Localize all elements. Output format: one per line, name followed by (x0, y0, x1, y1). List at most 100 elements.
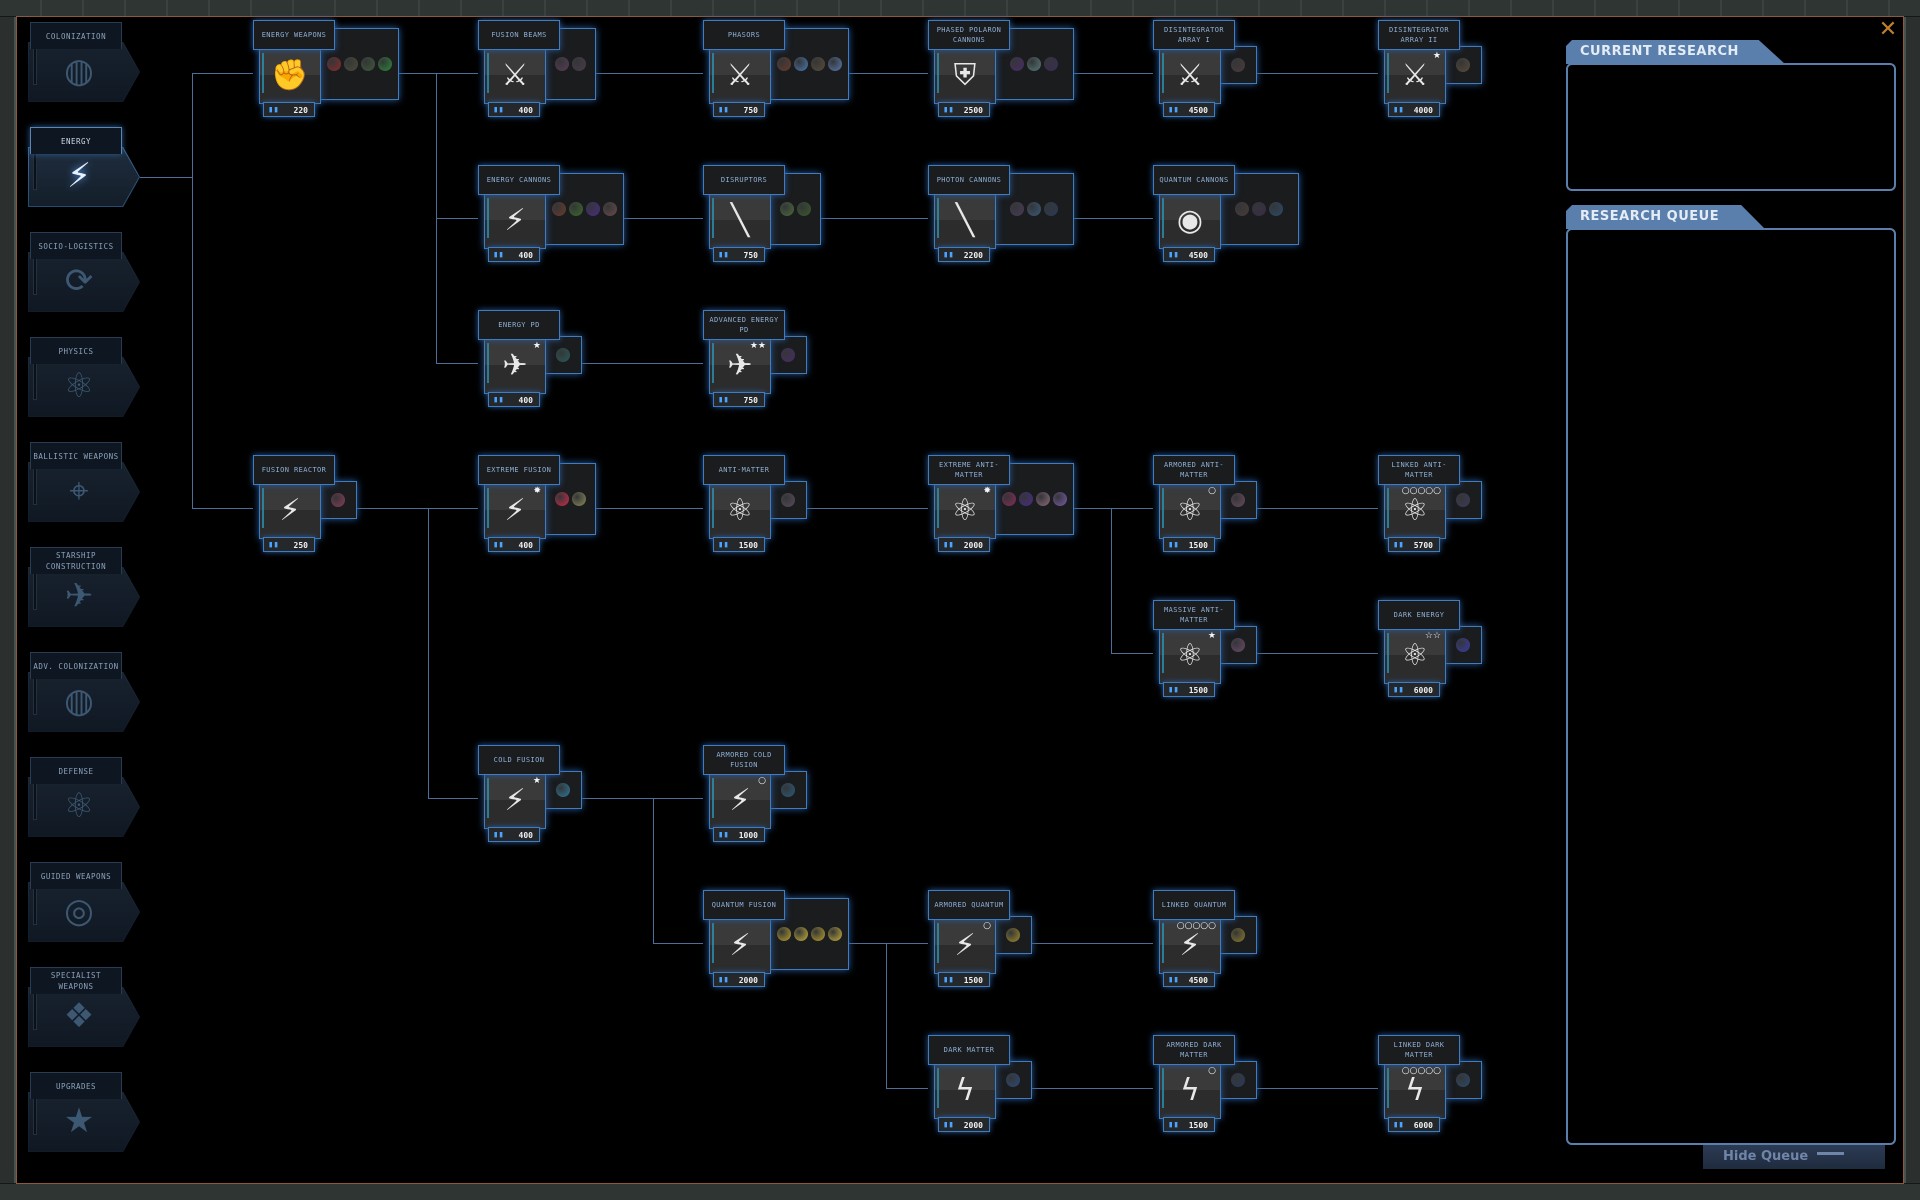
tech-node-armored-cold-fusion[interactable]: ⚡ ○ ▮▮ 1000 Armored Cold Fusion (703, 745, 863, 845)
research-cost: ▮▮ 1500 (1163, 682, 1215, 697)
tech-title: Anti-Matter (703, 455, 785, 485)
tech-glyph: ⚔ (501, 58, 529, 93)
component-image (776, 57, 791, 71)
tech-node-quantum-cannons[interactable]: ◉ ▮▮ 4500 Quantum Cannons (1153, 165, 1313, 265)
component-image (1018, 492, 1033, 506)
tech-title: Dark Energy (1378, 600, 1460, 630)
tech-node-photon-cannons[interactable]: ╲ ▮▮ 2200 Photon Cannons (928, 165, 1088, 265)
component-image (551, 202, 566, 216)
tech-node-armored-anti-matter[interactable]: ⚛ ○ ▮▮ 1500 Armored Anti-Matter (1153, 455, 1313, 555)
tech-node-disintegrator-array-1[interactable]: ⚔ ▮▮ 4500 Disintegrator Array I (1153, 20, 1313, 120)
research-cost: ▮▮ 1500 (938, 972, 990, 987)
tech-node-energy-pd[interactable]: ✈ ★ ▮▮ 400 Energy PD (478, 310, 638, 410)
component-image (779, 202, 794, 216)
component-image (1006, 1073, 1020, 1087)
sidebar-item-defense[interactable]: ⚛ Defense (28, 757, 140, 839)
cost-value: 250 (293, 541, 308, 550)
component-image (1052, 492, 1067, 506)
connector-line (192, 508, 253, 509)
research-cost: ▮▮ 2000 (713, 972, 765, 987)
tech-title: Energy PD (478, 310, 560, 340)
research-cost: ▮▮ 750 (713, 102, 765, 117)
tech-node-disruptors[interactable]: ╲ ▮▮ 750 Disruptors (703, 165, 863, 265)
tech-node-extreme-anti-matter[interactable]: ⚛ ✸ ▮▮ 2000 Extreme Anti-Matter (928, 455, 1088, 555)
component-images (1444, 481, 1482, 519)
tech-title: Linked Quantum (1153, 890, 1235, 920)
sidebar-item-physics[interactable]: ⚛ Physics (28, 337, 140, 419)
component-image (326, 57, 341, 71)
tech-title: Armored Anti-Matter (1153, 455, 1235, 485)
tech-node-cold-fusion[interactable]: ⚡ ★ ▮▮ 400 Cold Fusion (478, 745, 638, 845)
progress-bar (487, 778, 489, 818)
tech-node-quantum-fusion[interactable]: ⚡ ▮▮ 2000 Quantum Fusion (703, 890, 863, 990)
progress-bar (33, 152, 37, 190)
research-cost: ▮▮ 5700 (1388, 537, 1440, 552)
sidebar-item-upgrades[interactable]: ★ Upgrades (28, 1072, 140, 1154)
tech-glyph: ⚛ (1176, 493, 1204, 528)
progress-bar (712, 488, 714, 528)
close-x-icon[interactable]: ✕ (1878, 19, 1898, 41)
connector-line (886, 1088, 928, 1089)
tech-glyph: ✈ (727, 348, 753, 383)
tech-node-phased-polaron-cannons[interactable]: ⛨ ▮▮ 2500 Phased Polaron Cannons (928, 20, 1088, 120)
lightning-atom-icon: ⚛ ★ (1159, 628, 1221, 684)
progress-bar (262, 53, 264, 93)
tech-node-disintegrator-array-2[interactable]: ⚔ ★ ▮▮ 4000 Disintegrator Array II (1378, 20, 1538, 120)
component-image (343, 57, 358, 71)
tier-badge: ○○○○○ (1401, 1066, 1441, 1076)
research-cost: ▮▮ 6000 (1388, 1117, 1440, 1132)
tech-node-phasors[interactable]: ⚔ ▮▮ 750 Phasors (703, 20, 863, 120)
sidebar-item-adv-colonization[interactable]: ◍ Adv. Colonization (28, 652, 140, 734)
research-cost: ▮▮ 1000 (713, 827, 765, 842)
current-research-title: CURRENT RESEARCH (1566, 40, 1785, 64)
sidebar-item-specialist-weapons[interactable]: ❖ Specialist Weapons (28, 967, 140, 1049)
research-cost: ▮▮ 400 (488, 537, 540, 552)
component-images (769, 481, 807, 519)
tech-glyph: ⚔ (1176, 58, 1204, 93)
research-cost: ▮▮ 750 (713, 247, 765, 262)
tier-badge: ★ (1207, 631, 1216, 641)
shield-beam-icon: ⛨ (934, 48, 996, 104)
cost-value: 1000 (738, 831, 758, 840)
tech-node-fusion-beams[interactable]: ⚔ ▮▮ 400 Fusion Beams (478, 20, 638, 120)
tech-node-armored-quantum[interactable]: ⚡ ○ ▮▮ 1500 Armored Quantum (928, 890, 1088, 990)
connector-line (436, 218, 478, 219)
component-image (1231, 58, 1245, 72)
tech-node-fusion-reactor[interactable]: ⚡ ▮▮ 250 Fusion Reactor (253, 455, 413, 555)
sidebar-item-ballistic-weapons[interactable]: ⌖ Ballistic Weapons (28, 442, 140, 524)
tech-node-linked-anti-matter[interactable]: ⚛ ○○○○○ ▮▮ 5700 Linked Anti-Matter (1378, 455, 1538, 555)
quantum-cannon-icon: ◉ (1159, 193, 1221, 249)
tech-node-linked-quantum[interactable]: ⚡ ○○○○○ ▮▮ 4500 Linked Quantum (1153, 890, 1313, 990)
research-flask-icon: ▮▮ (718, 540, 729, 550)
tech-node-energy-cannons[interactable]: ⚡ ▮▮ 400 Energy Cannons (478, 165, 638, 265)
tech-node-dark-matter[interactable]: ϟ ▮▮ 2000 Dark Matter (928, 1035, 1088, 1135)
sidebar-item-guided-weapons[interactable]: ◎ Guided Weapons (28, 862, 140, 944)
tech-node-advanced-energy-pd[interactable]: ✈ ★★ ▮▮ 750 Advanced Energy PD (703, 310, 863, 410)
progress-bar (712, 778, 714, 818)
tech-node-extreme-fusion[interactable]: ⚡ ✸ ▮▮ 400 Extreme Fusion (478, 455, 638, 555)
sidebar-item-starship-construction[interactable]: ✈ Starship Construction (28, 547, 140, 629)
sidebar-item-energy[interactable]: ⚡ Energy (28, 127, 140, 209)
tech-node-energy-weapons[interactable]: ✊ ▮▮ 220 Energy Weapons (253, 20, 413, 120)
sidebar-item-socio-logistics[interactable]: ⟳ Socio-Logistics (28, 232, 140, 314)
hide-queue-button[interactable]: Hide Queue (1703, 1145, 1885, 1169)
tech-title: Massive Anti-Matter (1153, 600, 1235, 630)
research-cost: ▮▮ 1500 (1163, 1117, 1215, 1132)
cannon-icon: ⚡ (484, 193, 546, 249)
tech-title: Disintegrator Array I (1153, 20, 1235, 50)
tech-node-armored-dark-matter[interactable]: ϟ ○ ▮▮ 1500 Armored Dark Matter (1153, 1035, 1313, 1135)
sidebar-item-colonization[interactable]: ◍ Colonization (28, 22, 140, 104)
tech-node-anti-matter[interactable]: ⚛ ▮▮ 1500 Anti-Matter (703, 455, 863, 555)
sidebar-item-label: Adv. Colonization (30, 652, 122, 679)
tech-node-linked-dark-matter[interactable]: ϟ ○○○○○ ▮▮ 6000 Linked Dark Matter (1378, 1035, 1538, 1135)
lightning-outline-icon: ϟ ○ (1159, 1063, 1221, 1119)
tech-node-dark-energy[interactable]: ⚛ ☆☆ ▮▮ 6000 Dark Energy (1378, 600, 1538, 700)
tech-glyph: ⚛ (1401, 638, 1429, 673)
tech-title: Extreme Fusion (478, 455, 560, 485)
research-flask-icon: ▮▮ (493, 105, 504, 115)
tech-node-massive-anti-matter[interactable]: ⚛ ★ ▮▮ 1500 Massive Anti-Matter (1153, 600, 1313, 700)
point-defense-icon: ✈ ★ (484, 338, 546, 394)
research-queue-list[interactable] (1566, 228, 1896, 1145)
research-flask-icon: ▮▮ (943, 105, 954, 115)
tech-glyph: ✊ (271, 58, 309, 93)
